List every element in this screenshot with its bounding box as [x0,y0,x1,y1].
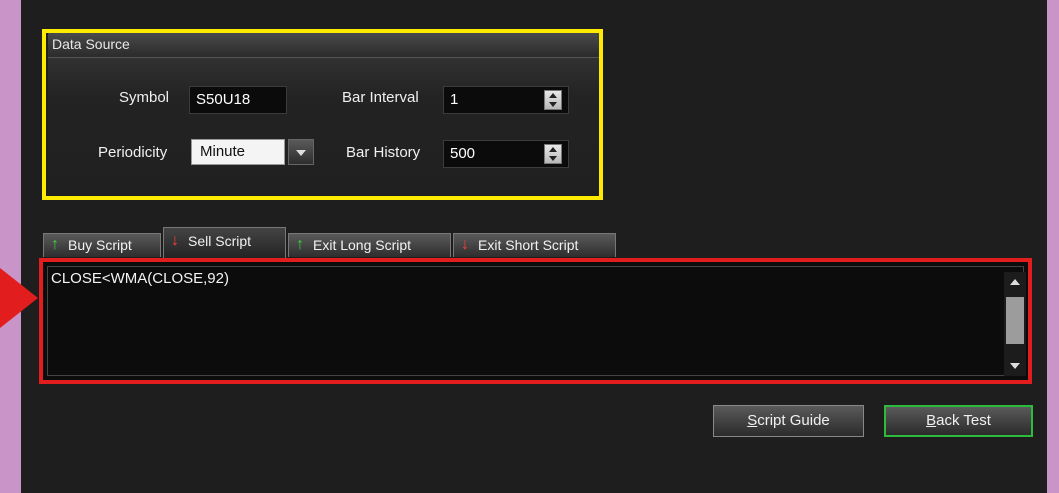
bar-interval-value: 1 [450,91,459,108]
periodicity-label: Periodicity [98,144,168,161]
scroll-down-icon[interactable] [1004,356,1026,376]
bar-history-value: 500 [450,145,476,162]
tab-sell-script[interactable]: ↓ Sell Script [163,227,286,259]
script-editor-highlight: CLOSE<WMA(CLOSE,92) [39,258,1032,384]
script-text: CLOSE<WMA(CLOSE,92) [51,270,229,287]
script-editor[interactable]: CLOSE<WMA(CLOSE,92) [47,266,1024,376]
tab-label: Exit Short Script [478,237,579,253]
tab-label: Sell Script [188,233,252,249]
back-test-label: ack Test [936,412,991,429]
spinner-icon[interactable] [544,90,562,110]
tab-buy-script[interactable]: ↑ Buy Script [43,233,161,257]
data-source-highlight [42,29,603,200]
spinner-icon[interactable] [544,144,562,164]
tab-exit-short-script[interactable]: ↓ Exit Short Script [453,233,616,257]
down-arrow-icon: ↓ [461,236,469,253]
red-pointer-arrow-icon [0,268,38,328]
down-arrow-icon: ↓ [171,232,179,249]
scroll-up-icon[interactable] [1004,272,1026,292]
back-test-button[interactable]: Back Test [884,405,1033,437]
script-guide-mnemonic: S [747,412,758,429]
up-arrow-icon: ↑ [51,236,59,253]
symbol-input[interactable]: S50U18 [189,86,287,114]
tab-exit-long-script[interactable]: ↑ Exit Long Script [288,233,451,257]
chevron-down-icon[interactable] [288,139,314,165]
tab-label: Buy Script [68,237,132,253]
script-guide-label: cript Guide [757,412,830,429]
periodicity-select[interactable]: Minute [191,139,285,165]
symbol-label: Symbol [119,89,170,106]
tab-label: Exit Long Script [313,237,412,253]
bar-history-label: Bar History [346,144,421,161]
scrollbar-thumb[interactable] [1006,297,1024,344]
bar-interval-stepper[interactable]: 1 [443,86,569,114]
bar-history-stepper[interactable]: 500 [443,140,569,168]
bar-interval-label: Bar Interval [342,89,419,106]
vertical-scrollbar[interactable] [1004,272,1026,376]
back-test-mnemonic: B [926,412,937,429]
up-arrow-icon: ↑ [296,236,304,253]
script-guide-button[interactable]: Script Guide [713,405,864,437]
